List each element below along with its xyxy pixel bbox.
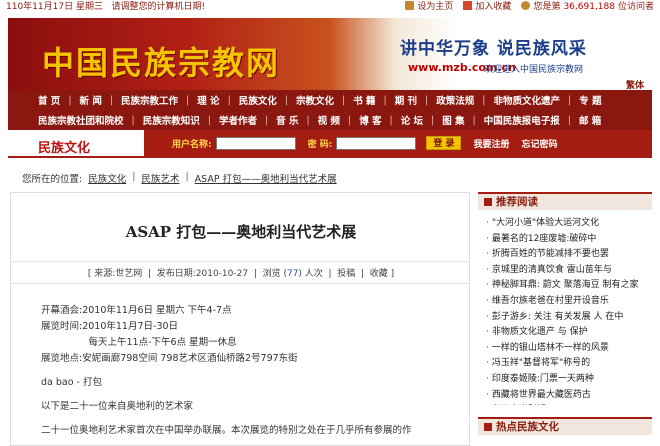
square-bullet-icon (484, 423, 492, 431)
person-icon (521, 1, 531, 10)
nav-row-2: 民族宗教社团和院校 | 民族宗教知识 | 学者作者 | 音 乐 | 视 频 | 博 客 | 论 坛 | 图 … (8, 110, 652, 130)
forgot-password-link[interactable]: 忘记密码 (522, 137, 558, 150)
recommended-item[interactable]: 冯玉祥"基督将军"称号的 (486, 356, 652, 372)
nav-item[interactable]: 中国民族报电子报 (476, 113, 568, 127)
square-bullet-icon (484, 198, 492, 206)
login-bar: 民族文化 用户名称: 密 码: 登 录 我要注册 忘记密码 (8, 130, 652, 158)
recommended-list: "大河小道"体验大运河文化最著名的12座废墟:破碎中折腾百姓的节能减排不要也罢京… (478, 210, 652, 405)
site-slogan: 讲中华万象 说民族风采 (400, 39, 587, 59)
nav-item[interactable]: 视 频 (310, 113, 348, 127)
top-bar: 110年11月17日 星期三 请调整您的计算机日期! 设为主页 加入收藏 您是第… (0, 0, 660, 14)
traditional-chinese-link[interactable]: 繁体 (626, 78, 644, 90)
nav-item[interactable]: 首 页 (30, 93, 68, 107)
nav-item[interactable]: 民族宗教工作 (113, 93, 186, 107)
article-line: 以下是二十一位来自奥地利的艺术家 (41, 401, 194, 412)
nav-item[interactable]: 政策法规 (428, 93, 482, 107)
login-button[interactable]: 登 录 (426, 136, 462, 150)
nav-item[interactable]: 博 客 (351, 113, 389, 127)
home-icon (405, 1, 415, 10)
date-notice: 110年11月17日 星期三 请调整您的计算机日期! (6, 0, 205, 14)
breadcrumb-item[interactable]: ASAP 打包——奥地利当代艺术展 (195, 171, 337, 185)
favorite-link[interactable]: 收藏 ] (370, 269, 394, 279)
nav-item[interactable]: 图 集 (434, 113, 472, 127)
article-line: 开幕酒会:2010年11月6日 星期六 下午4-7点 (41, 305, 232, 316)
nav-item[interactable]: 邮 箱 (571, 113, 609, 127)
nav-item[interactable]: 专 题 (571, 93, 609, 107)
hot-header: 热点民族文化 (478, 417, 652, 435)
breadcrumb-item[interactable]: 民族文化 (88, 171, 126, 185)
password-label: 密 码: (307, 139, 333, 150)
nav-item[interactable]: 民族文化 (231, 93, 285, 107)
recommended-item[interactable]: 京城里的清真饮食 雷山苗年与 (486, 263, 652, 279)
recommended-item[interactable]: 老子之道别解 (486, 403, 652, 405)
register-link[interactable]: 我要注册 (473, 137, 509, 150)
article-date: 发布日期:2010-10-27 (156, 269, 249, 279)
section-title: 民族文化 (38, 141, 91, 156)
recommended-item[interactable]: 印度泰姬陵:门票一天两种 (486, 372, 652, 388)
set-homepage-link[interactable]: 设为主页 (405, 0, 453, 14)
welcome-text: 欢迎进入中国民族宗教网 (484, 65, 584, 75)
nav-item[interactable]: 论 坛 (393, 113, 431, 127)
article-line: 二十一位奥地利艺术家首次在中国举办联展。本次展览的特别之处在于几乎所有参展的作 (41, 425, 412, 436)
article-source: [ 来源:世艺网 (87, 269, 143, 279)
breadcrumb: 您所在的位置: 民族文化 | 民族艺术 | ASAP 打包——奥地利当代艺术展 (22, 171, 337, 185)
article-body: 开幕酒会:2010年11月6日 星期六 下午4-7点 展览时间:2010年11月… (41, 303, 461, 439)
nav-item[interactable]: 民族宗教知识 (135, 113, 208, 127)
username-label: 用户名称: (172, 139, 212, 150)
nav-item[interactable]: 新 闻 (72, 93, 110, 107)
password-input[interactable] (336, 136, 417, 150)
site-header: 中国民族宗教网 讲中华万象 说民族风采 www.mzb.com.cn 欢迎进入中… (8, 18, 652, 90)
nav-row-1: 首 页 | 新 闻 | 民族宗教工作 | 理 论 | 民族文化 | 宗教文化 | 书 籍 | 期 刊 | 政策法… (8, 90, 652, 110)
recommended-header: 推荐阅读 (478, 192, 652, 210)
bookmark-icon (463, 1, 473, 10)
nav-item[interactable]: 书 籍 (345, 93, 383, 107)
breadcrumb-separator: | (185, 171, 189, 182)
article-panel: ASAP 打包——奥地利当代艺术展 [ 来源:世艺网 | 发布日期:2010-1… (10, 192, 470, 446)
recommended-item[interactable]: 一样的银山塔林不一样的风景 (486, 341, 652, 357)
login-form: 用户名称: 密 码: 登 录 我要注册 忘记密码 (144, 130, 652, 156)
site-logo[interactable]: 中国民族宗教网 (42, 38, 280, 84)
views-label: 浏览 ( (262, 269, 287, 279)
recommended-item[interactable]: 神秘脚耳鼎: 蔚文 聚落海豆 制有之家 (486, 278, 652, 294)
breadcrumb-separator: | (132, 171, 136, 182)
hot-section: 热点民族文化 (478, 417, 652, 435)
username-input[interactable] (215, 136, 296, 150)
recommended-item[interactable]: 折腾百姓的节能减排不要也罢 (486, 247, 652, 263)
nav-item[interactable]: 音 乐 (268, 113, 306, 127)
submit-link[interactable]: 投稿 (337, 269, 355, 279)
breadcrumb-item[interactable]: 民族艺术 (141, 171, 179, 185)
recommended-item[interactable]: 非物质文化遗产 与 保护 (486, 325, 652, 341)
sidebar: 推荐阅读 "大河小道"体验大运河文化最著名的12座废墟:破碎中折腾百姓的节能减排… (478, 192, 652, 446)
add-favorite-link[interactable]: 加入收藏 (463, 0, 511, 14)
article-line: da bao - 打包 (41, 377, 103, 388)
article-line: 展览时间:2010年11月7日-30日 (41, 321, 179, 332)
recommended-item[interactable]: 最著名的12座废墟:破碎中 (486, 232, 652, 248)
date-warning: 请调整您的计算机日期! (111, 2, 206, 12)
current-date: 110年11月17日 星期三 (6, 2, 103, 12)
nav-item[interactable]: 期 刊 (387, 93, 425, 107)
nav-item[interactable]: 宗教文化 (288, 93, 342, 107)
article-title: ASAP 打包——奥地利当代艺术展 (125, 223, 357, 241)
main-nav: 首 页 | 新 闻 | 民族宗教工作 | 理 论 | 民族文化 | 宗教文化 | 书 籍 | 期 刊 | 政策法… (8, 90, 652, 130)
visitor-counter: 您是第 36,691,188 位访问者 (521, 0, 654, 14)
views-suffix: ) 人次 (298, 269, 323, 279)
breadcrumb-prefix: 您所在的位置: (22, 174, 83, 185)
nav-item[interactable]: 民族宗教社团和院校 (30, 113, 132, 127)
recommended-item[interactable]: "大河小道"体验大运河文化 (486, 216, 652, 232)
views-count: 77 (286, 269, 299, 279)
article-meta: [ 来源:世艺网 | 发布日期:2010-10-27 | 浏览 (77) 人次 … (11, 261, 469, 284)
recommended-item[interactable]: 维吾尔族老爸在村里开设音乐 (486, 294, 652, 310)
nav-item[interactable]: 理 论 (189, 93, 227, 107)
article-line: 展览地点:安妮画廊798空间 798艺术区酒仙桥路2号797东街 (41, 353, 298, 364)
recommended-item[interactable]: 彭子游乡: 关注 有关发展 人 在中 (486, 310, 652, 326)
recommended-title: 推荐阅读 (496, 196, 538, 208)
hot-title: 热点民族文化 (496, 421, 559, 433)
article-line: 每天上午11点-下午6点 星期一休息 (41, 337, 237, 348)
recommended-item[interactable]: 西藏将世界最大藏医药古 (486, 388, 652, 404)
nav-item[interactable]: 非物质文化遗产 (485, 93, 568, 107)
nav-item[interactable]: 学者作者 (211, 113, 265, 127)
